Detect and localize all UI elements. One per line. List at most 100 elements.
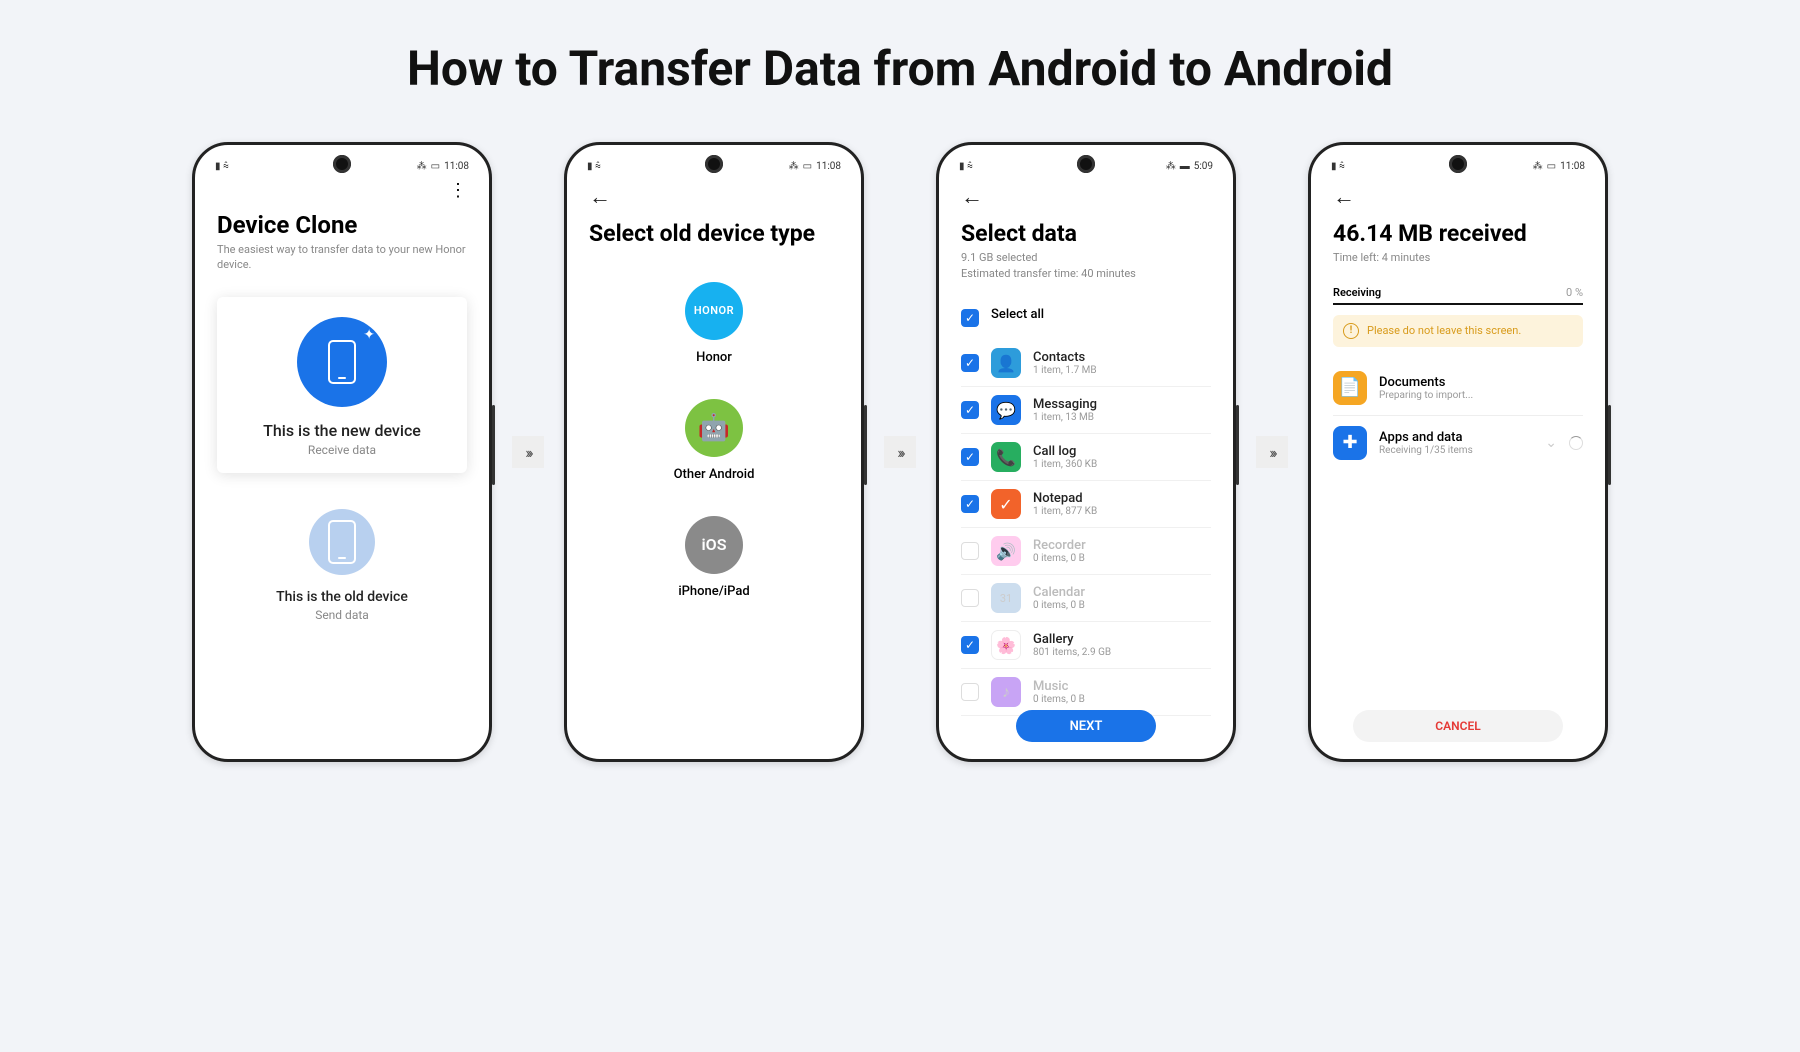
warning-text: Please do not leave this screen. <box>1367 324 1521 337</box>
old-device-card[interactable]: This is the old device Send data <box>217 509 467 622</box>
select-device-heading: Select old device type <box>589 220 839 248</box>
receiving-header: Receiving 0 % <box>1333 280 1583 305</box>
more-icon[interactable]: ⋮ <box>449 180 467 201</box>
device-clone-sub: The easiest way to transfer data to your… <box>217 243 467 273</box>
category-icon: 💬 <box>991 395 1021 425</box>
select-data-heading: Select data <box>961 220 1211 248</box>
documents-title: Documents <box>1379 375 1583 390</box>
battery-icon: ▬ <box>1180 161 1190 172</box>
next-button[interactable]: NEXT <box>1016 710 1156 742</box>
category-icon: 🔊 <box>991 536 1021 566</box>
data-row[interactable]: 🔊Recorder0 items, 0 B <box>961 528 1211 575</box>
checkbox-icon[interactable]: ✓ <box>961 448 979 466</box>
item-title: Call log <box>1033 444 1211 459</box>
apps-sub: Receiving 1/35 items <box>1379 445 1533 456</box>
phone-2: ▮ ⩯ ⁂▭11:08 ← Select old device type HON… <box>564 142 864 762</box>
honor-icon: HONOR <box>685 282 743 340</box>
status-left-icons: ▮ ⩯ <box>1331 161 1345 172</box>
camera-cutout <box>1077 155 1095 173</box>
option-other-android[interactable]: 🤖 Other Android <box>589 399 839 482</box>
category-icon: ✓ <box>991 489 1021 519</box>
warning-icon: ! <box>1343 323 1359 339</box>
android-label: Other Android <box>589 467 839 482</box>
phone-1: ▮ ⩯ ⁂▭11:08 ⋮ Device Clone The easiest w… <box>192 142 492 762</box>
device-clone-heading: Device Clone <box>217 211 467 239</box>
option-ios[interactable]: iOS iPhone/iPad <box>589 516 839 599</box>
new-device-sub: Receive data <box>227 443 457 457</box>
data-row[interactable]: ✓💬Messaging1 item, 13 MB <box>961 387 1211 434</box>
new-device-icon: ✦ <box>297 317 387 407</box>
checkbox-icon[interactable]: ✓ <box>961 354 979 372</box>
item-sub: 0 items, 0 B <box>1033 600 1211 611</box>
camera-cutout <box>1449 155 1467 173</box>
checkbox-icon[interactable] <box>961 683 979 701</box>
item-title: Music <box>1033 679 1211 694</box>
checkbox-icon[interactable]: ✓ <box>961 636 979 654</box>
select-all-label: Select all <box>991 303 1044 332</box>
item-title: Calendar <box>1033 585 1211 600</box>
data-row[interactable]: ✓📞Call log1 item, 360 KB <box>961 434 1211 481</box>
option-honor[interactable]: HONOR Honor <box>589 282 839 365</box>
battery-icon: ▭ <box>431 161 440 172</box>
category-icon: ♪ <box>991 677 1021 707</box>
apps-row[interactable]: ✚ Apps and data Receiving 1/35 items ⌄ <box>1333 416 1583 470</box>
phone-4: ▮ ⩯ ⁂▭11:08 ← 46.14 MB received Time lef… <box>1308 142 1608 762</box>
sparkle-icon: ✦ <box>363 327 375 343</box>
item-sub: 1 item, 1.7 MB <box>1033 365 1211 376</box>
back-icon[interactable]: ← <box>589 185 611 210</box>
select-data-sub: 9.1 GB selectedEstimated transfer time: … <box>961 250 1211 282</box>
data-row[interactable]: ✓👤Contacts1 item, 1.7 MB <box>961 340 1211 387</box>
data-row[interactable]: ✓✓Notepad1 item, 877 KB <box>961 481 1211 528</box>
category-icon: 🌸 <box>991 630 1021 660</box>
checkbox-icon[interactable]: ✓ <box>961 495 979 513</box>
ios-icon: iOS <box>685 516 743 574</box>
documents-row[interactable]: 📄 Documents Preparing to import... <box>1333 361 1583 415</box>
item-title: Notepad <box>1033 491 1211 506</box>
apps-title: Apps and data <box>1379 430 1533 445</box>
old-device-title: This is the old device <box>217 589 467 605</box>
status-left-icons: ▮ ⩯ <box>959 161 973 172</box>
checkbox-icon[interactable]: ✓ <box>961 309 979 327</box>
old-device-icon <box>309 509 375 575</box>
checkbox-icon[interactable]: ✓ <box>961 401 979 419</box>
chevron-down-icon[interactable]: ⌄ <box>1545 435 1557 451</box>
warning-banner: ! Please do not leave this screen. <box>1333 315 1583 347</box>
new-device-title: This is the new device <box>227 421 457 440</box>
item-title: Gallery <box>1033 632 1211 647</box>
status-time: 11:08 <box>1560 161 1585 172</box>
back-icon[interactable]: ← <box>1333 185 1355 210</box>
item-sub: 0 items, 0 B <box>1033 553 1211 564</box>
item-sub: 1 item, 360 KB <box>1033 459 1211 470</box>
bluetooth-icon: ⁂ <box>417 161 427 172</box>
back-icon[interactable]: ← <box>961 185 983 210</box>
bluetooth-icon: ⁂ <box>1533 161 1543 172</box>
checkbox-icon[interactable] <box>961 542 979 560</box>
step-arrow: ››› <box>1256 436 1288 468</box>
step-arrow: ››› <box>512 436 544 468</box>
cancel-button[interactable]: CANCEL <box>1353 710 1563 742</box>
ios-label: iPhone/iPad <box>589 584 839 599</box>
data-row[interactable]: ✓ 🌸 Gallery801 items, 2.9 GB <box>961 622 1211 669</box>
honor-label: Honor <box>589 350 839 365</box>
documents-icon: 📄 <box>1333 371 1367 405</box>
camera-cutout <box>705 155 723 173</box>
data-row[interactable]: 31 Calendar0 items, 0 B <box>961 575 1211 622</box>
item-sub: 0 items, 0 B <box>1033 694 1211 705</box>
category-icon: 31 <box>991 583 1021 613</box>
documents-sub: Preparing to import... <box>1379 390 1583 401</box>
select-all-row[interactable]: ✓ Select all <box>961 295 1211 340</box>
checkbox-icon[interactable] <box>961 589 979 607</box>
received-heading: 46.14 MB received <box>1333 220 1583 248</box>
old-device-sub: Send data <box>217 608 467 622</box>
new-device-card[interactable]: ✦ This is the new device Receive data <box>217 297 467 473</box>
phone-3: ▮ ⩯ ⁂▬5:09 ← Select data 9.1 GB selected… <box>936 142 1236 762</box>
page-title: How to Transfer Data from Android to And… <box>0 40 1800 97</box>
item-sub: 801 items, 2.9 GB <box>1033 647 1211 658</box>
item-title: Messaging <box>1033 397 1211 412</box>
status-time: 11:08 <box>444 161 469 172</box>
item-title: Contacts <box>1033 350 1211 365</box>
camera-cutout <box>333 155 351 173</box>
phone-row: ▮ ⩯ ⁂ ▭ 11:08 ⋮ Device Clone The easiest w… <box>0 142 1800 762</box>
spinner-icon <box>1569 436 1583 450</box>
receiving-pct: 0 % <box>1566 286 1583 299</box>
